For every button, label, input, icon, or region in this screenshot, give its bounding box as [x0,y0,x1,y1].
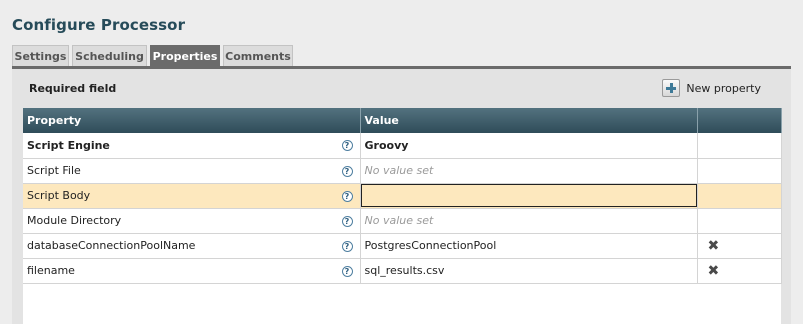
table-row-selected[interactable]: Script Body ? [23,183,782,209]
tab-scheduling[interactable]: Scheduling [72,45,147,67]
property-actions-cell: ✖ [697,258,782,284]
property-name: databaseConnectionPoolName [27,239,196,252]
table-row[interactable]: Script Engine ? Groovy [23,133,782,159]
new-property-label[interactable]: New property [686,82,761,95]
property-name: Script Body [27,189,91,202]
property-name-cell[interactable]: Module Directory ? [23,208,361,234]
property-value-cell[interactable]: No value set [360,158,698,184]
table-row[interactable]: filename ? sql_results.csv ✖ [23,258,782,284]
help-icon[interactable]: ? [341,140,353,151]
table-row[interactable]: Module Directory ? No value set [23,208,782,234]
tab-bar: Settings Scheduling Properties Comments [12,45,293,67]
property-name-cell[interactable]: Script Engine ? [23,133,361,159]
required-field-label: Required field [29,82,117,95]
column-header-actions [697,108,782,133]
help-icon[interactable]: ? [341,165,353,177]
new-property-button[interactable]: New property [662,79,761,97]
table-header-row: Property Value [23,108,782,133]
help-icon[interactable]: ? [341,215,353,227]
property-name-cell[interactable]: databaseConnectionPoolName ? [23,233,361,259]
tab-comments[interactable]: Comments [223,45,293,67]
property-value-cell[interactable]: No value set [360,208,698,234]
delete-icon[interactable]: ✖ [708,239,720,253]
property-name-cell[interactable]: filename ? [23,258,361,284]
help-icon[interactable]: ? [341,240,353,252]
property-actions-cell [697,208,782,234]
dialog-title: Configure Processor [12,16,186,34]
property-value-cell[interactable] [360,183,698,209]
script-body-value-input[interactable] [360,184,697,207]
property-name: Script Engine [27,138,110,152]
tab-settings[interactable]: Settings [12,45,69,67]
property-actions-cell: ✖ [697,233,782,259]
property-name: filename [27,264,75,277]
property-actions-cell [697,133,782,159]
delete-icon[interactable]: ✖ [708,264,720,278]
property-name-cell[interactable]: Script Body ? [23,183,361,209]
property-name-cell[interactable]: Script File ? [23,158,361,184]
property-value-cell[interactable]: PostgresConnectionPool [360,233,698,259]
property-actions-cell [697,183,782,209]
property-name: Script File [27,164,81,177]
property-name: Module Directory [27,214,122,227]
help-icon[interactable]: ? [341,190,353,202]
tab-properties[interactable]: Properties [150,45,220,67]
column-header-value[interactable]: Value [360,108,698,133]
property-actions-cell [697,158,782,184]
plus-icon[interactable] [662,79,681,97]
properties-table-container: Property Value Script Engine ? Groovy Sc… [23,108,782,324]
property-value-cell[interactable]: sql_results.csv [360,258,698,284]
property-value-cell[interactable]: Groovy [360,133,698,159]
help-icon[interactable]: ? [341,265,353,277]
table-row[interactable]: databaseConnectionPoolName ? PostgresCon… [23,233,782,259]
table-row[interactable]: Script File ? No value set [23,158,782,184]
column-header-property[interactable]: Property [23,108,361,133]
properties-panel: Required field New property Property Val… [12,69,791,324]
properties-table: Property Value Script Engine ? Groovy Sc… [23,108,782,284]
